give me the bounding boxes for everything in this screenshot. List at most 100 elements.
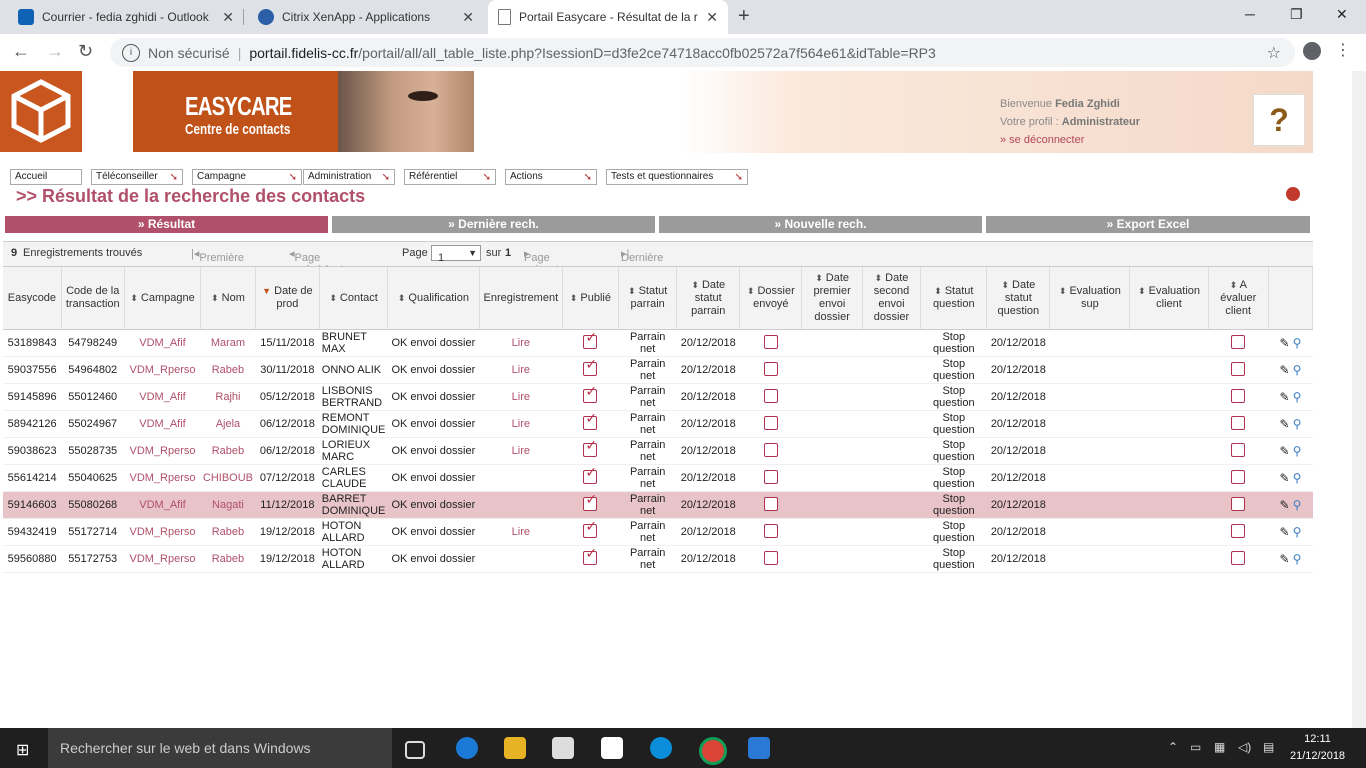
col-dossier-envoye[interactable]: ⬍ Dossier envoyé <box>739 267 803 330</box>
checkbox[interactable] <box>763 334 778 349</box>
cell-a-evaluer[interactable] <box>1208 464 1269 492</box>
cell-enregistrement-link[interactable] <box>479 464 563 492</box>
cell-enregistrement-link[interactable]: Lire <box>479 383 563 411</box>
sort-icon[interactable]: ⬍ <box>1059 286 1067 296</box>
checkbox[interactable] <box>763 361 778 376</box>
col-qualification[interactable]: ⬍ Qualification <box>387 267 480 330</box>
col-statut-parrain[interactable]: ⬍ Statut parrain <box>618 267 678 330</box>
cell-publie[interactable] <box>562 383 619 411</box>
menu-administration[interactable]: Administration ➘ <box>303 169 395 185</box>
page-select[interactable]: 1 ▼ <box>431 245 481 264</box>
table-row[interactable]: 59560880 55172753 VDM_Rperso Rabeb 19/12/201… <box>3 545 1313 573</box>
close-icon[interactable]: ✕ <box>706 9 718 26</box>
sort-icon[interactable]: ⬍ <box>875 273 883 283</box>
cell-publie[interactable] <box>562 437 619 465</box>
sort-icon[interactable]: ⬍ <box>1001 280 1009 290</box>
edit-pencil-icon[interactable]: ✎ <box>1280 498 1290 512</box>
cell-nom[interactable]: Ajela <box>200 410 256 438</box>
col-date-statut-question[interactable]: ⬍ Date statut question <box>986 267 1051 330</box>
cell-a-evaluer[interactable] <box>1208 329 1269 357</box>
windows-start-icon[interactable]: ⊞ <box>16 740 29 760</box>
cell-publie[interactable] <box>562 491 619 519</box>
clock[interactable]: 12:11 21/12/2018 <box>1290 731 1345 765</box>
notification-icon[interactable]: ▤ <box>1263 740 1274 754</box>
close-icon[interactable]: ✕ <box>222 9 234 26</box>
col-code-transaction[interactable]: Code de la transaction <box>61 267 125 330</box>
table-row[interactable]: 59037556 54964802 VDM_Rperso Rabeb 30/11/201… <box>3 356 1313 384</box>
sort-icon[interactable]: ⬍ <box>329 293 337 303</box>
taskbar-search[interactable]: Rechercher sur le web et dans Windows <box>48 728 392 768</box>
prev-page-button[interactable]: ◂ Page précédente <box>289 247 350 276</box>
cell-dossier-envoye[interactable] <box>739 329 802 357</box>
col-campagne[interactable]: ⬍ Campagne <box>124 267 202 330</box>
next-page-button[interactable]: Page suivante ▸ <box>524 247 565 276</box>
checkbox[interactable] <box>763 442 778 457</box>
cell-enregistrement-link[interactable]: Lire <box>479 437 563 465</box>
checked-checkbox-icon[interactable] <box>583 412 598 430</box>
cell-publie[interactable] <box>562 464 619 492</box>
close-window-button[interactable]: ✕ <box>1336 6 1348 23</box>
tab-resultat[interactable]: » Résultat <box>5 216 328 233</box>
close-icon[interactable]: ✕ <box>462 9 474 26</box>
scrollbar[interactable] <box>1352 71 1366 728</box>
col-a-evaluer-client[interactable]: ⬍ A évaluer client <box>1208 267 1269 330</box>
checkbox[interactable] <box>763 469 778 484</box>
menu-accueil[interactable]: Accueil <box>10 169 82 185</box>
checked-checkbox-icon[interactable] <box>583 466 598 484</box>
col-evaluation-client[interactable]: ⬍ Evaluation client <box>1129 267 1209 330</box>
magnifier-icon[interactable]: ⚲ <box>1293 417 1302 431</box>
sort-icon[interactable]: ⬍ <box>691 280 699 290</box>
forward-icon[interactable]: → <box>46 41 64 62</box>
sort-icon[interactable]: ⬍ <box>934 286 942 296</box>
cell-publie[interactable] <box>562 545 619 573</box>
sort-icon[interactable]: ⬍ <box>130 293 138 303</box>
profile-icon[interactable] <box>1303 42 1321 60</box>
cell-enregistrement-link[interactable]: Lire <box>479 518 563 546</box>
url-field[interactable]: i Non sécurisé | portail.fidelis-cc.fr/p… <box>110 38 1295 67</box>
cell-campagne[interactable]: VDM_Rperso <box>124 464 201 492</box>
cell-enregistrement-link[interactable]: Lire <box>479 410 563 438</box>
cell-a-evaluer[interactable] <box>1208 545 1269 573</box>
magnifier-icon[interactable]: ⚲ <box>1293 444 1302 458</box>
cell-nom[interactable]: Rajhi <box>200 383 256 411</box>
checked-checkbox-icon[interactable] <box>583 520 598 538</box>
sort-icon[interactable]: ⬍ <box>570 293 578 303</box>
cell-campagne[interactable]: VDM_Rperso <box>124 518 201 546</box>
first-page-button[interactable]: |◂ Première page <box>191 247 244 276</box>
col-statut-question[interactable]: ⬍ Statut question <box>920 267 988 330</box>
cell-publie[interactable] <box>562 410 619 438</box>
minimize-button[interactable]: ─ <box>1245 6 1255 22</box>
checkbox[interactable] <box>763 415 778 430</box>
cell-a-evaluer[interactable] <box>1208 356 1269 384</box>
col-date-statut-parrain[interactable]: ⬍ Date statut parrain <box>676 267 741 330</box>
checkbox[interactable] <box>1231 442 1246 457</box>
volume-icon[interactable]: ◁) <box>1238 740 1251 754</box>
help-button[interactable]: ? <box>1253 94 1305 146</box>
tab-citrix[interactable]: Citrix XenApp - Applications ✕ <box>248 0 484 34</box>
cell-a-evaluer[interactable] <box>1208 491 1269 519</box>
checked-checkbox-icon[interactable] <box>583 439 598 457</box>
cell-dossier-envoye[interactable] <box>739 437 802 465</box>
checked-checkbox-icon[interactable] <box>583 547 598 565</box>
edit-pencil-icon[interactable]: ✎ <box>1280 552 1290 566</box>
magnifier-icon[interactable]: ⚲ <box>1293 498 1302 512</box>
cell-enregistrement-link[interactable] <box>479 491 563 519</box>
edit-pencil-icon[interactable]: ✎ <box>1280 363 1290 377</box>
chevron-up-icon[interactable]: ⌃ <box>1168 740 1178 754</box>
checkbox[interactable] <box>1231 388 1246 403</box>
checkbox[interactable] <box>1231 550 1246 565</box>
table-row[interactable]: 59145896 55012460 VDM_Afif Rajhi 05/12/2018 L… <box>3 383 1313 411</box>
skype-icon[interactable] <box>650 737 672 759</box>
cell-nom[interactable]: Rabeb <box>200 356 256 384</box>
col-easycode[interactable]: Easycode <box>3 267 62 330</box>
col-evaluation-sup[interactable]: ⬍ Evaluation sup <box>1049 267 1131 330</box>
col-publie[interactable]: ⬍ Publié <box>562 267 620 330</box>
cell-a-evaluer[interactable] <box>1208 437 1269 465</box>
cell-a-evaluer[interactable] <box>1208 518 1269 546</box>
bookmark-star-icon[interactable]: ☆ <box>1267 43 1281 63</box>
cell-dossier-envoye[interactable] <box>739 464 802 492</box>
store-icon[interactable] <box>552 737 574 759</box>
checked-checkbox-icon[interactable] <box>583 385 598 403</box>
sort-icon[interactable]: ⬍ <box>211 293 219 303</box>
tab-nouvelle-recherche[interactable]: » Nouvelle rech. <box>659 216 982 233</box>
